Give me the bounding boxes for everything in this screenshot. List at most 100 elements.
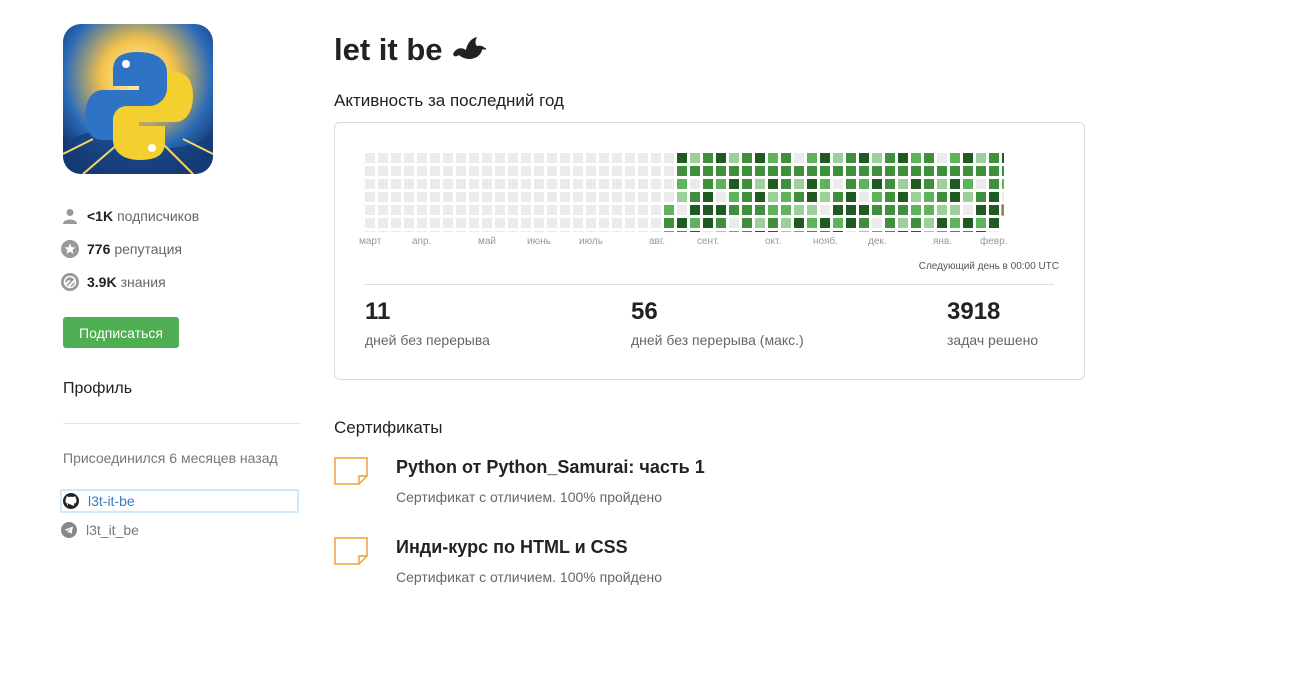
activity-day-cell[interactable]	[612, 205, 622, 215]
activity-day-cell[interactable]	[963, 153, 973, 163]
activity-day-cell[interactable]	[508, 218, 518, 228]
activity-day-cell[interactable]	[573, 179, 583, 189]
activity-day-cell[interactable]	[599, 166, 609, 176]
activity-day-cell[interactable]	[976, 153, 986, 163]
activity-day-cell[interactable]	[716, 205, 726, 215]
activity-day-cell[interactable]	[495, 192, 505, 202]
activity-day-cell[interactable]	[651, 218, 661, 228]
activity-day-cell[interactable]	[729, 192, 739, 202]
activity-day-cell[interactable]	[872, 231, 882, 232]
activity-day-cell[interactable]	[963, 179, 973, 189]
followers-stat[interactable]: <1K подписчиков	[61, 207, 199, 225]
activity-day-cell[interactable]	[963, 231, 973, 232]
activity-day-cell[interactable]	[976, 192, 986, 202]
activity-day-cell[interactable]	[534, 192, 544, 202]
activity-day-cell[interactable]	[404, 192, 414, 202]
activity-day-cell[interactable]	[989, 218, 999, 228]
activity-day-cell[interactable]	[911, 179, 921, 189]
activity-day-cell[interactable]	[664, 205, 674, 215]
activity-day-cell[interactable]	[911, 166, 921, 176]
activity-day-cell[interactable]	[482, 218, 492, 228]
activity-day-cell[interactable]	[378, 231, 388, 232]
activity-day-cell[interactable]	[846, 192, 856, 202]
activity-day-cell[interactable]	[508, 231, 518, 232]
activity-day-cell[interactable]	[404, 166, 414, 176]
activity-day-cell[interactable]	[846, 205, 856, 215]
activity-day-cell[interactable]	[378, 179, 388, 189]
activity-day-cell[interactable]	[638, 218, 648, 228]
activity-day-cell[interactable]	[560, 179, 570, 189]
activity-day-cell[interactable]	[820, 205, 830, 215]
activity-day-cell[interactable]	[781, 153, 791, 163]
activity-day-cell[interactable]	[469, 205, 479, 215]
activity-day-cell[interactable]	[1002, 166, 1004, 176]
activity-day-cell[interactable]	[690, 205, 700, 215]
activity-day-cell[interactable]	[976, 231, 986, 232]
activity-day-cell[interactable]	[534, 218, 544, 228]
activity-day-cell[interactable]	[404, 231, 414, 232]
activity-day-cell[interactable]	[859, 153, 869, 163]
activity-day-cell[interactable]	[365, 179, 375, 189]
activity-day-cell[interactable]	[391, 205, 401, 215]
activity-day-cell[interactable]	[638, 166, 648, 176]
activity-day-cell[interactable]	[521, 166, 531, 176]
activity-day-cell[interactable]	[911, 218, 921, 228]
activity-day-cell[interactable]	[625, 205, 635, 215]
activity-day-cell[interactable]	[508, 153, 518, 163]
activity-day-cell[interactable]	[690, 179, 700, 189]
follow-button[interactable]: Подписаться	[63, 317, 179, 348]
activity-day-cell[interactable]	[885, 166, 895, 176]
activity-day-cell[interactable]	[456, 192, 466, 202]
activity-day-cell[interactable]	[820, 192, 830, 202]
activity-day-cell[interactable]	[716, 192, 726, 202]
activity-day-cell[interactable]	[521, 179, 531, 189]
activity-day-cell[interactable]	[755, 231, 765, 232]
activity-day-cell[interactable]	[742, 205, 752, 215]
activity-day-cell[interactable]	[430, 231, 440, 232]
activity-day-cell[interactable]	[898, 153, 908, 163]
activity-day-cell[interactable]	[664, 179, 674, 189]
activity-day-cell[interactable]	[768, 153, 778, 163]
activity-day-cell[interactable]	[573, 218, 583, 228]
activity-day-cell[interactable]	[547, 192, 557, 202]
activity-day-cell[interactable]	[612, 218, 622, 228]
activity-day-cell[interactable]	[924, 192, 934, 202]
activity-day-cell[interactable]	[729, 179, 739, 189]
activity-day-cell[interactable]	[911, 153, 921, 163]
activity-day-cell[interactable]	[703, 205, 713, 215]
activity-day-cell[interactable]	[755, 166, 765, 176]
activity-day-cell[interactable]	[404, 205, 414, 215]
activity-day-cell[interactable]	[365, 231, 375, 232]
activity-day-cell[interactable]	[482, 231, 492, 232]
activity-day-cell[interactable]	[482, 205, 492, 215]
activity-day-cell[interactable]	[443, 166, 453, 176]
activity-day-cell[interactable]	[625, 192, 635, 202]
activity-day-cell[interactable]	[612, 192, 622, 202]
activity-day-cell[interactable]	[716, 218, 726, 228]
activity-day-cell[interactable]	[911, 231, 921, 232]
activity-day-cell[interactable]	[664, 231, 674, 232]
activity-day-cell[interactable]	[469, 231, 479, 232]
activity-day-cell[interactable]	[586, 205, 596, 215]
activity-day-cell[interactable]	[807, 205, 817, 215]
activity-day-cell[interactable]	[443, 153, 453, 163]
activity-day-cell[interactable]	[690, 218, 700, 228]
activity-day-cell[interactable]	[781, 192, 791, 202]
activity-day-cell[interactable]	[443, 192, 453, 202]
activity-day-cell[interactable]	[443, 231, 453, 232]
activity-day-cell[interactable]	[391, 166, 401, 176]
activity-day-cell[interactable]	[378, 205, 388, 215]
activity-day-cell[interactable]	[378, 166, 388, 176]
activity-day-cell[interactable]	[625, 179, 635, 189]
activity-day-cell[interactable]	[391, 231, 401, 232]
activity-day-cell[interactable]	[846, 153, 856, 163]
activity-day-cell[interactable]	[950, 153, 960, 163]
activity-day-cell[interactable]	[430, 218, 440, 228]
activity-day-cell[interactable]	[469, 153, 479, 163]
activity-day-cell[interactable]	[417, 192, 427, 202]
activity-day-cell[interactable]	[703, 192, 713, 202]
activity-day-cell[interactable]	[677, 166, 687, 176]
activity-day-cell[interactable]	[573, 231, 583, 232]
activity-day-cell[interactable]	[664, 166, 674, 176]
activity-day-cell[interactable]	[768, 192, 778, 202]
